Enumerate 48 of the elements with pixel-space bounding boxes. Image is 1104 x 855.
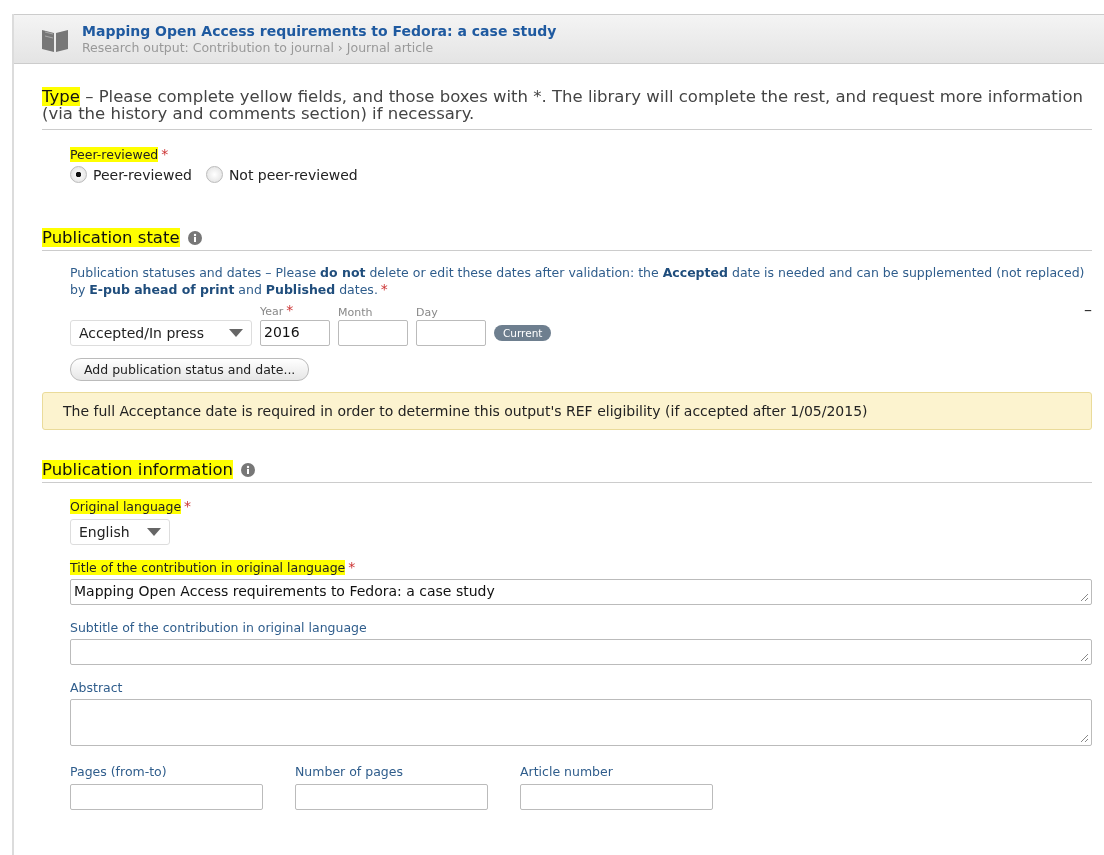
resize-grip-icon xyxy=(1080,653,1088,661)
required-mark: * xyxy=(161,146,169,162)
radio-button[interactable] xyxy=(205,166,223,183)
breadcrumb: Research output: Contribution to journal › Journal article xyxy=(82,40,435,55)
text-field[interactable]: Mapping Open Access requirements to Fedora: a case study xyxy=(70,579,1092,605)
month-label: Month xyxy=(338,306,374,319)
language-select[interactable]: English xyxy=(70,519,170,545)
field-label: Original language xyxy=(70,499,182,514)
field-label: Title of the contribution in original language xyxy=(70,560,346,575)
caret-icon xyxy=(229,329,243,337)
add-status-button[interactable]: Add publication status and date... xyxy=(70,358,310,381)
month-field[interactable] xyxy=(338,320,408,346)
field-label: Peer-reviewed xyxy=(70,147,159,162)
text-field[interactable] xyxy=(295,784,488,810)
record-title[interactable]: Mapping Open Access requirements to Fedora: a case study xyxy=(82,23,557,39)
section-heading: Publication state xyxy=(42,228,180,247)
field-label: Number of pages xyxy=(295,764,404,779)
remove-button[interactable]: – xyxy=(1084,300,1092,319)
notice-banner: The full Acceptance date is required in order to determine this output's REF eligibility (if accepted after 1/05/2015) xyxy=(42,392,1092,430)
field-label: Abstract xyxy=(70,680,123,695)
required-mark: * xyxy=(380,281,388,297)
info-icon[interactable] xyxy=(187,230,202,245)
required-mark: * xyxy=(348,559,356,575)
day-field[interactable] xyxy=(416,320,486,346)
text-field[interactable] xyxy=(520,784,713,810)
year-field[interactable]: 2016 xyxy=(260,320,330,346)
resize-grip-icon xyxy=(1080,593,1088,601)
day-label: Day xyxy=(416,306,439,319)
caret-icon xyxy=(147,528,161,536)
field-label: Article number xyxy=(520,764,614,779)
field-label: Subtitle of the contribution in original language xyxy=(70,620,367,635)
field-label: Pages (from-to) xyxy=(70,764,168,779)
text-field[interactable] xyxy=(70,639,1092,665)
status-description: Publication statuses and dates – Please do not delete or edit these dates after validation: the Accepted date is needed and can be supplemented (not replaced) by E-pub ahead of print and Published dates. * xyxy=(70,264,1086,298)
info-icon[interactable] xyxy=(241,462,256,477)
required-mark: * xyxy=(184,498,192,514)
required-mark: * xyxy=(286,302,294,318)
radio-button[interactable] xyxy=(70,166,87,183)
text-field[interactable] xyxy=(70,699,1092,746)
status-select[interactable]: Accepted/In press xyxy=(70,320,252,346)
radio-label[interactable]: Not peer-reviewed xyxy=(228,166,358,183)
type-instructions: Type – Please complete yellow fields, and those boxes with *. The library will complete the rest, and request more information (via the history and comments section) if necessary. xyxy=(42,88,1084,122)
text-field[interactable] xyxy=(70,784,263,810)
radio-label[interactable]: Peer-reviewed xyxy=(93,166,192,183)
year-label: Year xyxy=(260,305,284,318)
status-badge: Current xyxy=(494,325,552,341)
section-heading: Publication information xyxy=(42,460,234,479)
resize-grip-icon xyxy=(1080,734,1088,742)
